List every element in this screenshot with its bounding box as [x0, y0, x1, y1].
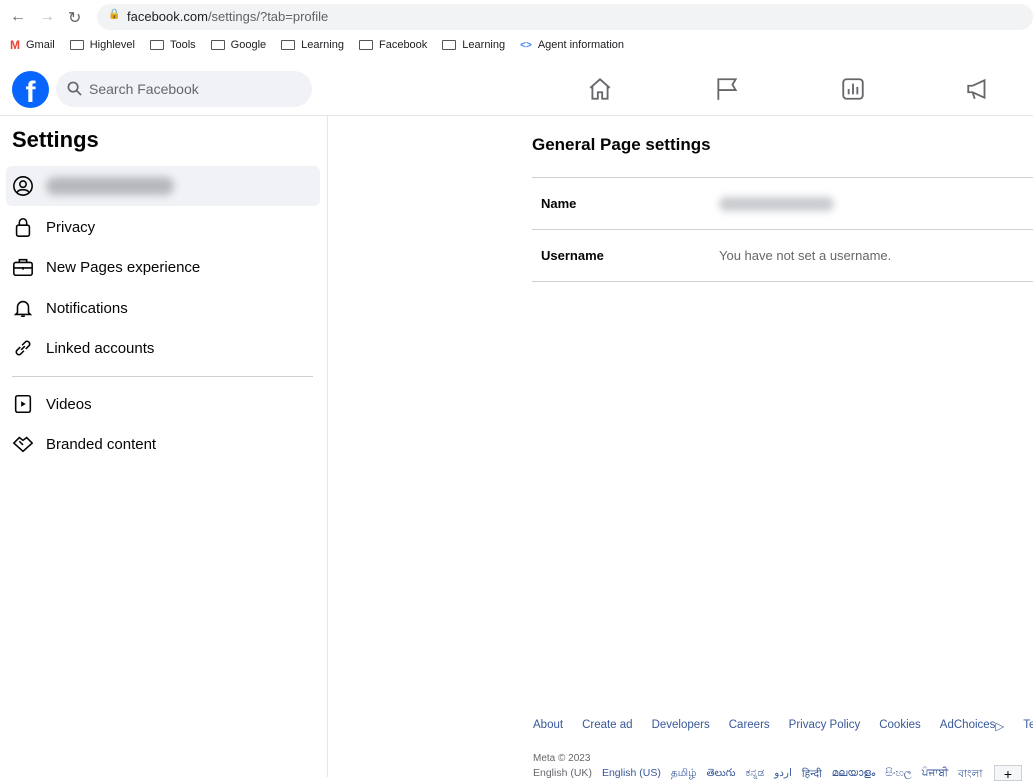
reload-icon[interactable]: ↻	[68, 8, 81, 28]
profile-icon	[13, 176, 33, 196]
lock-icon: 🔒	[108, 9, 121, 20]
sidebar-item-branded-content[interactable]: Branded content	[6, 424, 320, 464]
search-placeholder: Search Facebook	[89, 81, 199, 97]
bookmarks-bar: M Gmail Highlevel Tools Google Learning Facebo…	[10, 38, 624, 52]
language-list: English (UK) English (US) தமிழ் తెలుగు ಕನ್ನಡ…	[533, 767, 982, 784]
megaphone-icon[interactable]	[965, 76, 991, 102]
bookmark-label: Learning	[301, 39, 344, 51]
back-icon[interactable]: ←	[10, 8, 26, 26]
bookmark-item[interactable]: Highlevel	[69, 39, 135, 51]
footer-link[interactable]: About	[533, 719, 563, 733]
sidebar-item-new-pages-experience[interactable]: New Pages experience	[6, 247, 320, 287]
name-value-redacted	[719, 196, 834, 211]
setting-label: Username	[541, 248, 604, 263]
footer-link[interactable]: Terms	[1023, 719, 1033, 733]
bookmark-item[interactable]: M Gmail	[10, 38, 55, 52]
sidebar-item-label: Videos	[46, 395, 92, 413]
bookmark-label: Learning	[462, 39, 506, 51]
sidebar-item-label: New Pages experience	[46, 258, 201, 276]
footer-link[interactable]: Careers	[729, 719, 770, 733]
sidebar-item-label: Linked accounts	[46, 339, 155, 357]
footer-link[interactable]: Cookies	[879, 719, 921, 733]
bookmark-item[interactable]: Tools	[149, 39, 196, 51]
sidebar-item-label: Privacy	[46, 218, 96, 236]
language-link[interactable]: हिन्दी	[802, 767, 822, 784]
bookmark-label: Gmail	[26, 39, 55, 51]
footer-link[interactable]: AdChoices	[940, 719, 996, 733]
search-input[interactable]: Search Facebook	[56, 71, 312, 107]
copyright: Meta © 2023	[533, 753, 591, 764]
language-link[interactable]: English (US)	[602, 767, 661, 784]
bookmark-label: Agent information	[537, 39, 625, 51]
language-link[interactable]: ਪੰਜਾਬੀ	[922, 767, 948, 784]
briefcase-icon	[13, 258, 33, 277]
bookmark-item[interactable]: Google	[210, 39, 267, 51]
language-link[interactable]: বাংলা	[958, 767, 982, 784]
settings-title: Settings	[12, 127, 99, 152]
language-link[interactable]: සිංහල	[885, 767, 912, 784]
footer-link[interactable]: Developers	[652, 719, 710, 733]
bookmark-label: Google	[230, 39, 267, 51]
sidebar-item-notifications[interactable]: Notifications	[6, 288, 320, 328]
setting-label: Name	[541, 196, 577, 211]
profile-name-redacted	[46, 177, 174, 195]
sidebar-item-videos[interactable]: Videos	[6, 384, 320, 424]
bookmark-item[interactable]: Learning	[442, 39, 505, 51]
bookmark-label: Facebook	[378, 39, 428, 51]
search-icon	[67, 81, 82, 96]
video-icon	[14, 394, 32, 414]
language-link[interactable]: اردو	[774, 767, 792, 784]
handshake-icon	[12, 436, 34, 453]
folder-icon	[442, 40, 457, 50]
gmail-icon: M	[10, 38, 20, 52]
sidebar-divider	[12, 376, 313, 377]
facebook-logo[interactable]: f	[12, 71, 49, 108]
bookmark-item[interactable]: Facebook	[358, 39, 428, 51]
more-languages-button[interactable]: +	[994, 765, 1022, 782]
folder-icon	[358, 40, 373, 50]
bookmark-item[interactable]: Learning	[281, 39, 344, 51]
sidebar-item-linked-accounts[interactable]: Linked accounts	[6, 328, 320, 368]
footer-link[interactable]: Create ad	[582, 719, 633, 733]
code-icon: <>	[520, 39, 532, 51]
bookmark-label: Tools	[169, 39, 196, 51]
setting-row-username[interactable]: Username You have not set a username.	[532, 229, 1033, 282]
address-bar[interactable]: 🔒 facebook.com/settings/?tab=profile	[97, 4, 1033, 30]
forward-icon[interactable]: →	[39, 8, 55, 26]
home-icon[interactable]	[587, 76, 613, 102]
bookmark-label: Highlevel	[89, 39, 135, 51]
sidebar-item-privacy[interactable]: Privacy	[6, 207, 320, 247]
language-link[interactable]: മലയാളം	[832, 767, 876, 784]
folder-icon	[69, 40, 84, 50]
link-icon	[15, 340, 31, 356]
sidebar-item-profile[interactable]	[6, 166, 320, 206]
insights-icon[interactable]	[840, 76, 866, 102]
folder-icon	[149, 40, 164, 50]
folder-icon	[281, 40, 296, 50]
lock-icon	[15, 217, 31, 237]
sidebar-item-label: Branded content	[46, 435, 157, 453]
folder-icon	[210, 40, 225, 50]
setting-row-name[interactable]: Name	[532, 177, 1033, 229]
setting-value: You have not set a username.	[719, 248, 892, 263]
url-host: facebook.com	[127, 9, 208, 24]
bell-icon	[13, 300, 33, 318]
adchoices-icon: ▷	[995, 721, 1005, 733]
footer-links: About Create ad Developers Careers Privacy P…	[533, 719, 1033, 733]
language-link[interactable]: తెలుగు	[707, 767, 736, 784]
url-path: /settings/?tab=profile	[207, 9, 329, 24]
language-link[interactable]: தமிழ்	[671, 767, 697, 784]
language-link: English (UK)	[533, 767, 592, 779]
footer-link[interactable]: Privacy Policy	[789, 719, 861, 733]
sidebar-item-label: Notifications	[46, 299, 128, 317]
bookmark-item[interactable]: <> Agent information	[520, 39, 624, 51]
page-title: General Page settings	[532, 135, 711, 154]
flag-icon[interactable]	[714, 76, 740, 102]
language-link[interactable]: ಕನ್ನಡ	[746, 767, 765, 784]
